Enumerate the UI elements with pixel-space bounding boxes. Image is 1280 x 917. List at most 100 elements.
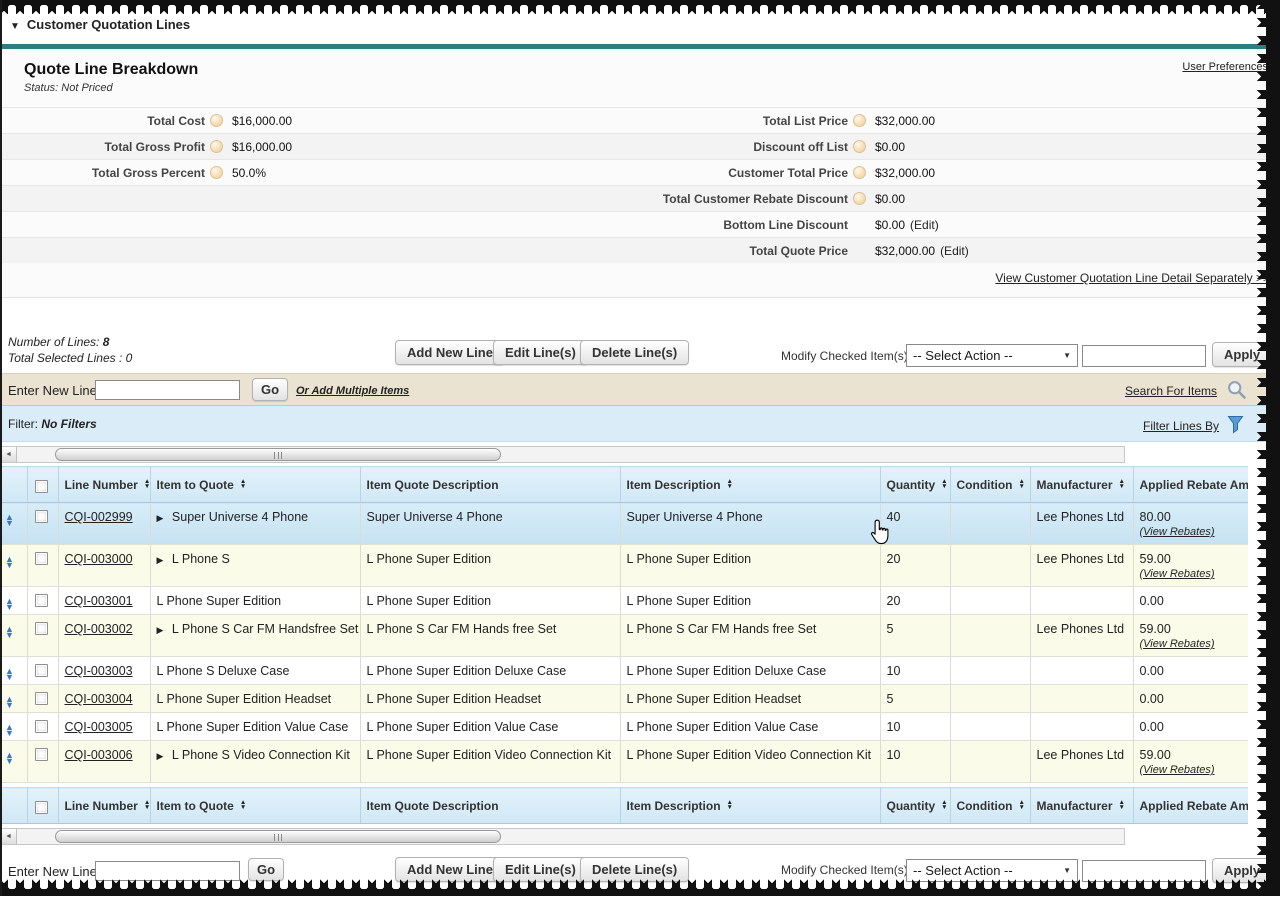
sort-icon[interactable]: ▲▼ (1018, 480, 1024, 489)
row-checkbox[interactable] (35, 692, 48, 705)
column-header-line-number[interactable]: Line Number▲▼ (58, 467, 150, 503)
filter-funnel-icon[interactable] (1227, 415, 1244, 434)
column-header-quantity[interactable]: Quantity▲▼ (880, 788, 950, 824)
column-header-item-to-quote[interactable]: Item to Quote▲▼ (150, 467, 360, 503)
help-icon[interactable] (210, 140, 223, 153)
reorder-handle-icon[interactable]: ▲▼ (5, 752, 14, 764)
help-icon[interactable] (210, 166, 223, 179)
reorder-handle-icon[interactable]: ▲▼ (5, 626, 14, 638)
scrollbar-thumb[interactable] (55, 830, 501, 843)
line-number-link[interactable]: CQI-003002 (65, 622, 133, 636)
row-checkbox[interactable] (35, 664, 48, 677)
field-value: $32,000.00 (875, 166, 935, 180)
sort-icon[interactable]: ▲▼ (941, 801, 947, 810)
sort-icon[interactable]: ▲▼ (727, 801, 733, 810)
search-icon[interactable] (1226, 379, 1247, 400)
select-action-dropdown[interactable]: -- Select Action -- ▼ (906, 344, 1078, 367)
sort-icon[interactable]: ▲▼ (1119, 480, 1125, 489)
modify-value-input[interactable] (1082, 345, 1206, 367)
sort-icon[interactable]: ▲▼ (941, 480, 947, 489)
delete-lines-button[interactable]: Delete Line(s) (580, 340, 689, 365)
scroll-left-button[interactable]: ◄ (1, 447, 17, 462)
reorder-cell: ▲▼ (0, 741, 27, 783)
search-for-items-link[interactable]: Search For Items (1125, 384, 1217, 398)
reorder-handle-icon[interactable]: ▲▼ (5, 696, 14, 708)
reorder-handle-icon[interactable]: ▲▼ (5, 668, 14, 680)
expand-icon[interactable]: ▶ (157, 513, 166, 523)
select-all-checkbox[interactable] (35, 480, 48, 493)
sort-icon[interactable]: ▲▼ (240, 480, 246, 489)
line-number-cell: CQI-003004 (58, 685, 150, 713)
item-quote-description-cell: L Phone Super Edition Value Case (360, 713, 620, 741)
row-checkbox[interactable] (35, 748, 48, 761)
item-quote-description-cell: L Phone Super Edition Headset (360, 685, 620, 713)
row-checkbox[interactable] (35, 552, 48, 565)
expand-icon[interactable]: ▶ (157, 751, 166, 761)
line-number-link[interactable]: CQI-003005 (65, 720, 133, 734)
breakdown-row: Total Cost$16,000.00Total List Price$32,… (0, 107, 1280, 133)
view-rebates-link[interactable]: (View Rebates) (1140, 568, 1215, 580)
help-icon[interactable] (853, 166, 866, 179)
sort-icon[interactable]: ▲▼ (240, 801, 246, 810)
reorder-handle-icon[interactable]: ▲▼ (5, 556, 14, 568)
filter-lines-by-link[interactable]: Filter Lines By (1143, 419, 1219, 433)
expand-icon[interactable]: ▶ (157, 555, 166, 565)
column-header-item-description[interactable]: Item Description▲▼ (620, 467, 880, 503)
sort-icon[interactable]: ▲▼ (144, 801, 150, 810)
filter-label: Filter: (8, 417, 38, 431)
view-rebates-link[interactable]: (View Rebates) (1140, 526, 1215, 538)
edit-lines-button[interactable]: Edit Line(s) (493, 340, 588, 365)
column-header-item-to-quote[interactable]: Item to Quote▲▼ (150, 788, 360, 824)
column-header-line-number[interactable]: Line Number▲▼ (58, 788, 150, 824)
edit-link[interactable]: (Edit) (910, 218, 939, 232)
sort-icon[interactable]: ▲▼ (1018, 801, 1024, 810)
sort-icon[interactable]: ▲▼ (727, 480, 733, 489)
help-icon[interactable] (210, 114, 223, 127)
line-number-link[interactable]: CQI-003000 (65, 552, 133, 566)
reorder-handle-icon[interactable]: ▲▼ (5, 724, 14, 736)
collapse-icon[interactable]: ▼ (10, 21, 20, 32)
reorder-handle-icon[interactable]: ▲▼ (5, 514, 14, 526)
view-rebates-link[interactable]: (View Rebates) (1140, 638, 1215, 650)
expand-icon[interactable]: ▶ (157, 625, 166, 635)
line-number-link[interactable]: CQI-002999 (65, 510, 133, 524)
column-header-quantity[interactable]: Quantity▲▼ (880, 467, 950, 503)
column-header-manufacturer[interactable]: Manufacturer▲▼ (1030, 788, 1133, 824)
select-all-checkbox[interactable] (35, 801, 48, 814)
go-button[interactable]: Go (252, 378, 288, 401)
line-number-link[interactable]: CQI-003006 (65, 748, 133, 762)
row-checkbox[interactable] (35, 720, 48, 733)
row-checkbox[interactable] (35, 594, 48, 607)
view-line-detail-link[interactable]: View Customer Quotation Line Detail Sepa… (995, 271, 1270, 285)
condition-cell (950, 713, 1030, 741)
condition-cell (950, 685, 1030, 713)
add-multiple-items-link[interactable]: Or Add Multiple Items (296, 385, 409, 397)
line-number-link[interactable]: CQI-003004 (65, 692, 133, 706)
line-number-link[interactable]: CQI-003003 (65, 664, 133, 678)
row-checkbox[interactable] (35, 510, 48, 523)
column-header-condition[interactable]: Condition▲▼ (950, 788, 1030, 824)
applied-rebate-cell: 80.00(View Rebates) (1133, 503, 1248, 545)
reorder-handle-icon[interactable]: ▲▼ (5, 598, 14, 610)
sort-icon[interactable]: ▲▼ (1119, 801, 1125, 810)
column-header-manufacturer[interactable]: Manufacturer▲▼ (1030, 467, 1133, 503)
condition-cell (950, 615, 1030, 657)
scrollbar-thumb[interactable] (55, 448, 501, 461)
add-new-line-button[interactable]: Add New Line (395, 340, 505, 365)
edit-link[interactable]: (Edit) (940, 244, 969, 258)
view-rebates-link[interactable]: (View Rebates) (1140, 764, 1215, 776)
line-number-link[interactable]: CQI-003001 (65, 594, 133, 608)
help-icon[interactable] (853, 114, 866, 127)
horizontal-scrollbar-top[interactable]: ◄ (0, 446, 1125, 463)
sort-icon[interactable]: ▲▼ (144, 480, 150, 489)
horizontal-scrollbar-bottom[interactable]: ◄ (0, 828, 1125, 845)
column-header-condition[interactable]: Condition▲▼ (950, 467, 1030, 503)
scroll-left-button[interactable]: ◄ (1, 829, 17, 844)
enter-new-line-input[interactable] (95, 380, 240, 400)
header-checkbox-cell (27, 467, 58, 503)
help-icon[interactable] (853, 140, 866, 153)
row-checkbox[interactable] (35, 622, 48, 635)
detail-link-row: View Customer Quotation Line Detail Sepa… (0, 263, 1280, 293)
help-icon[interactable] (853, 192, 866, 205)
column-header-item-description[interactable]: Item Description▲▼ (620, 788, 880, 824)
